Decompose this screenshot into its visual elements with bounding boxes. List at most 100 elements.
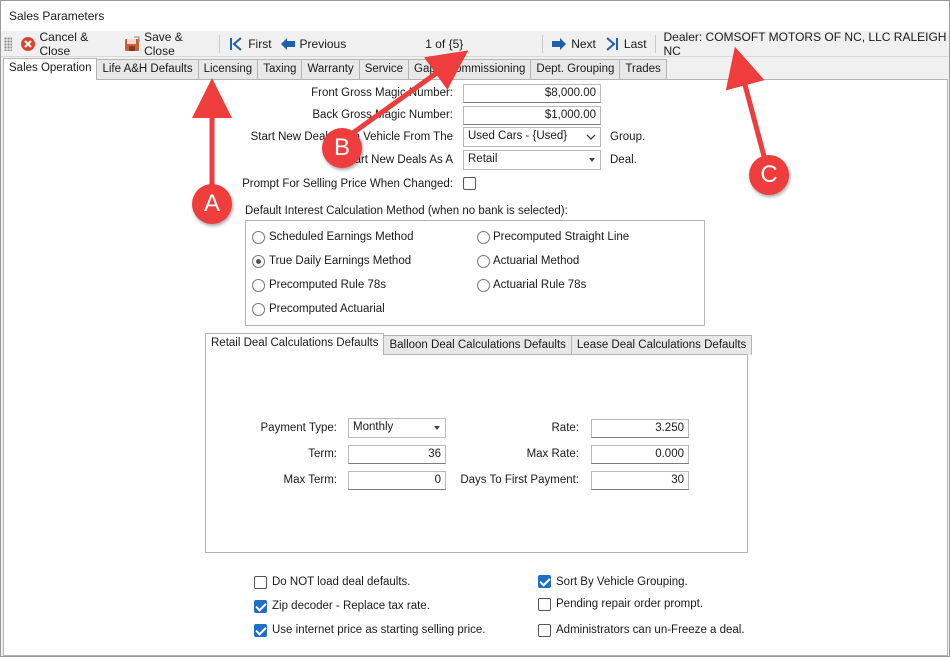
save-close-button[interactable]: Save & Close (120, 29, 215, 58)
tab-dept-grouping[interactable]: Dept. Grouping (530, 59, 621, 80)
last-label: Last (623, 36, 647, 51)
max-term-field[interactable]: 0 (348, 471, 446, 490)
days-first-payment-label: Days To First Payment: (460, 474, 579, 486)
prompt-selling-checkbox[interactable] (463, 177, 476, 190)
radio-precomputed-straight-line[interactable] (477, 231, 490, 244)
arrow-left-icon (280, 36, 296, 52)
max-rate-field[interactable]: 0.000 (591, 445, 689, 464)
group-suffix: Group. (610, 131, 646, 143)
tab-lease-defaults[interactable]: Lease Deal Calculations Defaults (570, 335, 753, 355)
deal-type-value: Retail (468, 153, 498, 165)
sales-parameters-window: Sales Parameters Cancel & Close Save & C… (0, 0, 950, 657)
radio-label: Scheduled Earnings Method (269, 231, 414, 243)
prompt-selling-label: Prompt For Selling Price When Changed: (242, 178, 453, 190)
caret-down-icon (434, 426, 440, 430)
option-label: Zip decoder - Replace tax rate. (272, 600, 430, 612)
pending-repair-checkbox[interactable] (538, 598, 551, 611)
radio-label: Precomputed Actuarial (269, 303, 385, 315)
max-rate-label: Max Rate: (526, 448, 579, 460)
rate-field[interactable]: 3.250 (591, 419, 689, 438)
tab-life-ah-defaults[interactable]: Life A&H Defaults (96, 59, 199, 80)
max-term-label: Max Term: (283, 474, 337, 486)
tab-taxing[interactable]: Taxing (257, 59, 303, 80)
deal-type-dropdown[interactable]: Retail (463, 150, 601, 170)
admin-unfreeze-checkbox[interactable] (538, 624, 551, 637)
deal-calc-tabstrip: Retail Deal Calculations Defaults Balloo… (205, 333, 753, 355)
radio-label: Precomputed Rule 78s (269, 279, 386, 291)
toolbar-separator (542, 34, 544, 53)
internet-price-checkbox[interactable] (254, 624, 267, 637)
cancel-close-button[interactable]: Cancel & Close (16, 29, 121, 58)
tab-trades[interactable]: Trades (619, 59, 667, 80)
tab-retail-defaults[interactable]: Retail Deal Calculations Defaults (205, 333, 385, 355)
payment-type-dropdown[interactable]: Monthly (348, 418, 446, 438)
annotation-label-a: A (192, 184, 232, 224)
front-gross-label: Front Gross Magic Number: (311, 87, 453, 99)
previous-label: Previous (299, 36, 347, 51)
annotation-label-c: C (749, 155, 789, 195)
rate-label: Rate: (551, 422, 580, 434)
tab-warranty[interactable]: Warranty (301, 59, 360, 80)
days-first-payment-field[interactable]: 30 (591, 471, 689, 490)
term-label: Term: (308, 448, 337, 460)
chevron-down-icon (586, 132, 596, 142)
radio-actuarial-method[interactable] (477, 255, 490, 268)
dealer-label: Dealer: COMSOFT MOTORS OF NC, LLC RALEIG… (663, 29, 947, 58)
option-label: Sort By Vehicle Grouping. (556, 576, 688, 588)
tab-balloon-defaults[interactable]: Balloon Deal Calculations Defaults (383, 335, 572, 355)
arrow-right-icon (551, 36, 567, 52)
radio-label: Actuarial Rule 78s (493, 279, 587, 291)
vehicle-group-dropdown[interactable]: Used Cars - {Used} (463, 127, 601, 147)
record-counter: 1 of {5} (425, 36, 464, 51)
cancel-close-label: Cancel & Close (39, 29, 89, 58)
radio-true-daily-earnings[interactable] (252, 255, 265, 268)
tab-sales-operation[interactable]: Sales Operation (3, 58, 98, 80)
tab-service[interactable]: Service (358, 59, 410, 80)
window-title: Sales Parameters (1, 1, 949, 31)
radio-label: Actuarial Method (493, 255, 580, 267)
tab-commissioning[interactable]: Commissioning (440, 59, 532, 80)
interest-group-label: Default Interest Calculation Method (whe… (245, 205, 568, 217)
caret-down-icon (589, 158, 595, 162)
back-gross-label: Back Gross Magic Number: (312, 109, 453, 121)
previous-button[interactable]: Previous (276, 33, 351, 55)
radio-scheduled-earnings[interactable] (252, 231, 265, 244)
toolbar: Cancel & Close Save & Close First Previo… (1, 29, 949, 58)
payment-type-label: Payment Type: (260, 422, 338, 434)
tab-gap[interactable]: Gap (408, 59, 442, 80)
option-label: Use internet price as starting selling p… (272, 624, 486, 636)
toolbar-grip[interactable] (4, 36, 12, 51)
sort-by-vehicle-checkbox[interactable] (538, 575, 551, 588)
term-field[interactable]: 36 (348, 445, 446, 464)
do-not-load-defaults-checkbox[interactable] (254, 576, 267, 589)
last-record-icon (604, 36, 620, 52)
radio-actuarial-rule-78s[interactable] (477, 279, 490, 292)
deal-suffix: Deal. (610, 154, 637, 166)
radio-label: True Daily Earnings Method (269, 255, 412, 267)
next-button[interactable]: Next (547, 33, 600, 55)
radio-precomputed-rule-78s[interactable] (252, 279, 265, 292)
toolbar-separator (654, 34, 656, 53)
first-record-icon (228, 36, 244, 52)
payment-type-value: Monthly (353, 421, 394, 433)
last-button[interactable]: Last (600, 33, 651, 55)
option-label: Administrators can un-Freeze a deal. (556, 624, 745, 636)
front-gross-field[interactable]: $8,000.00 (463, 84, 601, 103)
next-label: Next (571, 36, 596, 51)
tab-licensing[interactable]: Licensing (197, 59, 259, 80)
save-icon (124, 36, 140, 52)
back-gross-field[interactable]: $1,000.00 (463, 106, 601, 125)
annotation-label-b: B (322, 128, 362, 168)
zip-decoder-checkbox[interactable] (254, 600, 267, 613)
radio-label: Precomputed Straight Line (493, 231, 630, 243)
save-close-label: Save & Close (144, 29, 183, 58)
option-label: Pending repair order prompt. (556, 598, 704, 610)
vehicle-group-value: Used Cars - {Used} (468, 130, 568, 142)
option-label: Do NOT load deal defaults. (272, 576, 411, 588)
main-tabstrip: Sales Operation Life A&H Defaults Licens… (3, 58, 667, 80)
radio-precomputed-actuarial[interactable] (252, 303, 265, 316)
cancel-icon (20, 36, 36, 52)
first-label: First (248, 36, 272, 51)
toolbar-separator (219, 34, 221, 53)
first-button[interactable]: First (224, 33, 275, 55)
